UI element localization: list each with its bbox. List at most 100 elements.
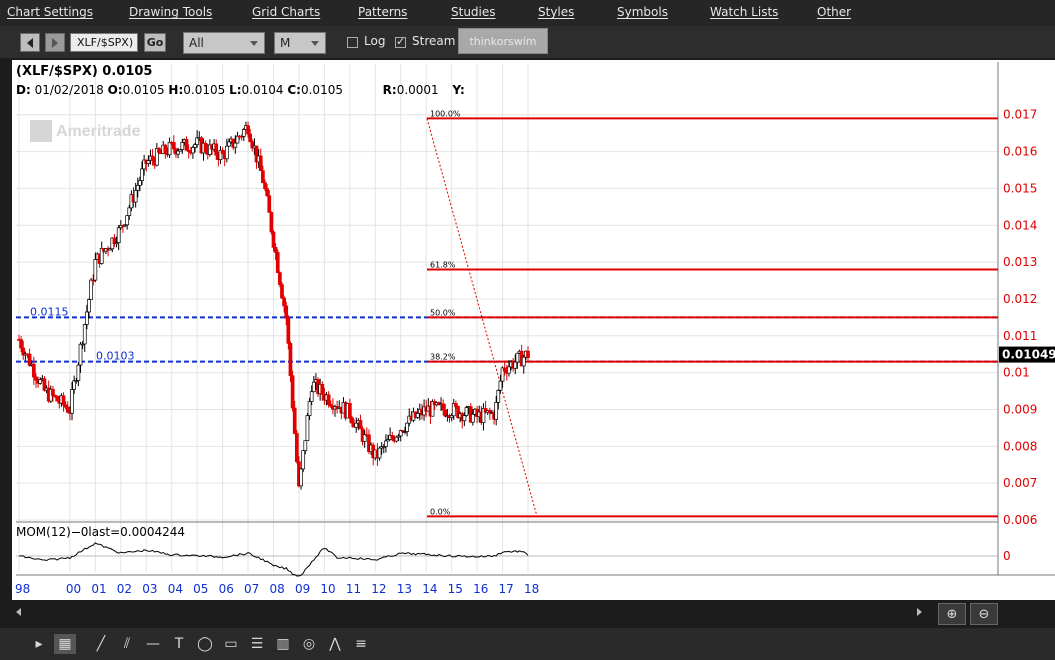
zoom-in-button[interactable]: ⊕ — [938, 603, 966, 625]
grid-icon[interactable]: ▦ — [54, 634, 76, 654]
candle-body — [269, 212, 274, 233]
candle-body — [521, 356, 526, 367]
y-axis-tick-label: 0.011 — [1003, 329, 1037, 343]
fibonacci-icon[interactable]: ☰ — [246, 634, 268, 654]
x-axis-tick-label: 98 — [15, 582, 30, 596]
candle-body — [246, 125, 250, 135]
price-chart[interactable]: Ameritrade 0.017 0.016 0.015 0.014 0.013 0.012… — [0, 0, 1055, 660]
zoom-out-button[interactable]: ⊖ — [970, 603, 998, 625]
candle-body — [263, 182, 267, 190]
candle-body — [348, 403, 352, 419]
scroll-left-icon[interactable] — [16, 608, 21, 616]
candle-body — [462, 415, 467, 422]
x-axis-tick-label: 14 — [422, 582, 437, 596]
candle-body — [163, 144, 168, 154]
candle-body — [31, 363, 36, 378]
candle-body — [78, 343, 83, 366]
y-axis-tick-label: 0.015 — [1003, 181, 1037, 195]
low-label: L: — [229, 83, 242, 97]
y-axis-tick-label: 0.009 — [1003, 402, 1037, 416]
candle-body — [282, 297, 286, 307]
mom-last-value: 0last=0.0004244 — [80, 525, 186, 539]
candle-body — [301, 450, 306, 470]
candle-body — [233, 142, 238, 148]
more-icon[interactable]: ≡ — [350, 634, 372, 654]
last-price-label: 0.01049 — [1002, 348, 1055, 362]
candle-body — [224, 145, 229, 160]
candle-body — [72, 380, 76, 390]
candle-body — [464, 407, 469, 416]
andrews-pitchfork-icon[interactable]: ⋀ — [324, 634, 346, 654]
candle-body — [303, 440, 308, 451]
candle-body — [390, 435, 395, 439]
candle-body — [513, 361, 518, 369]
candle-body — [65, 406, 70, 413]
candle-body — [140, 168, 144, 181]
candle-body — [526, 350, 530, 359]
zoom-out-icon: ⊖ — [978, 606, 990, 622]
candle-body — [127, 207, 132, 216]
x-axis-tick-label: 07 — [244, 582, 259, 596]
x-axis-tick-label: 13 — [397, 582, 412, 596]
pencil-icon[interactable]: ╱ — [90, 634, 112, 654]
candle-body — [87, 299, 91, 313]
candle-body — [70, 389, 74, 414]
mom-zero-label: 0 — [1003, 549, 1011, 563]
candle-body — [261, 170, 265, 184]
candle-body — [350, 417, 354, 424]
candle-body — [38, 379, 43, 384]
horizontal-scrollbar[interactable] — [12, 603, 937, 623]
y-axis-tick-label: 0.007 — [1003, 476, 1037, 490]
candle-body — [203, 142, 208, 152]
fib-level-label: 100.0% — [430, 109, 461, 118]
candle-body — [76, 364, 81, 381]
candle-body — [320, 383, 325, 395]
candle-body — [258, 155, 263, 172]
horizontal-line-icon[interactable]: — — [142, 634, 164, 654]
x-axis-tick-label: 05 — [193, 582, 208, 596]
x-axis-tick-label: 16 — [473, 582, 488, 596]
candle-body — [27, 353, 32, 366]
candle-body — [358, 420, 363, 430]
close-value: 0.0105 — [300, 83, 343, 97]
candle-body — [180, 142, 185, 150]
y-axis-tick-label: 0.014 — [1003, 218, 1037, 232]
candle-body — [507, 366, 511, 374]
candle-body — [171, 142, 176, 150]
x-axis-tick-label: 11 — [346, 582, 361, 596]
candle-body — [193, 144, 197, 148]
text-icon[interactable]: T — [168, 634, 190, 654]
fib-level-label: 0.0% — [430, 507, 451, 516]
candle-body — [294, 433, 299, 463]
date-label: D: — [16, 83, 31, 97]
rectangle-icon[interactable]: ▭ — [220, 634, 242, 654]
candle-body — [34, 376, 38, 381]
cursor-icon[interactable]: ▸ — [28, 634, 50, 654]
candle-body — [135, 185, 140, 191]
candle-body — [248, 133, 253, 143]
candle-body — [157, 148, 161, 153]
candle-body — [51, 388, 55, 396]
candle-body — [116, 227, 121, 243]
y-axis-tick-label: 0.01 — [1003, 366, 1030, 380]
gann-icon[interactable]: ▥ — [272, 634, 294, 654]
cycle-icon[interactable]: ◎ — [298, 634, 320, 654]
x-axis-tick-label: 18 — [524, 582, 539, 596]
dashed-level-label: 0.0103 — [96, 350, 135, 363]
candle-body — [292, 407, 297, 434]
x-axis-tick-label: 15 — [448, 582, 463, 596]
dashed-level-label: 0.0115 — [30, 305, 69, 318]
ellipse-icon[interactable]: ◯ — [194, 634, 216, 654]
x-axis-tick-label: 10 — [320, 582, 335, 596]
candle-body — [125, 215, 130, 226]
zoom-in-icon: ⊕ — [946, 606, 958, 622]
candle-body — [138, 180, 142, 186]
candle-body — [275, 252, 280, 273]
candle-body — [494, 401, 499, 420]
candle-body — [354, 422, 359, 428]
scroll-right-icon[interactable] — [917, 608, 922, 616]
trendline-icon[interactable]: ⫽ — [116, 634, 138, 654]
candle-body — [405, 422, 409, 432]
fib-level-label: 38.2% — [430, 353, 456, 362]
x-axis-tick-label: 09 — [295, 582, 310, 596]
